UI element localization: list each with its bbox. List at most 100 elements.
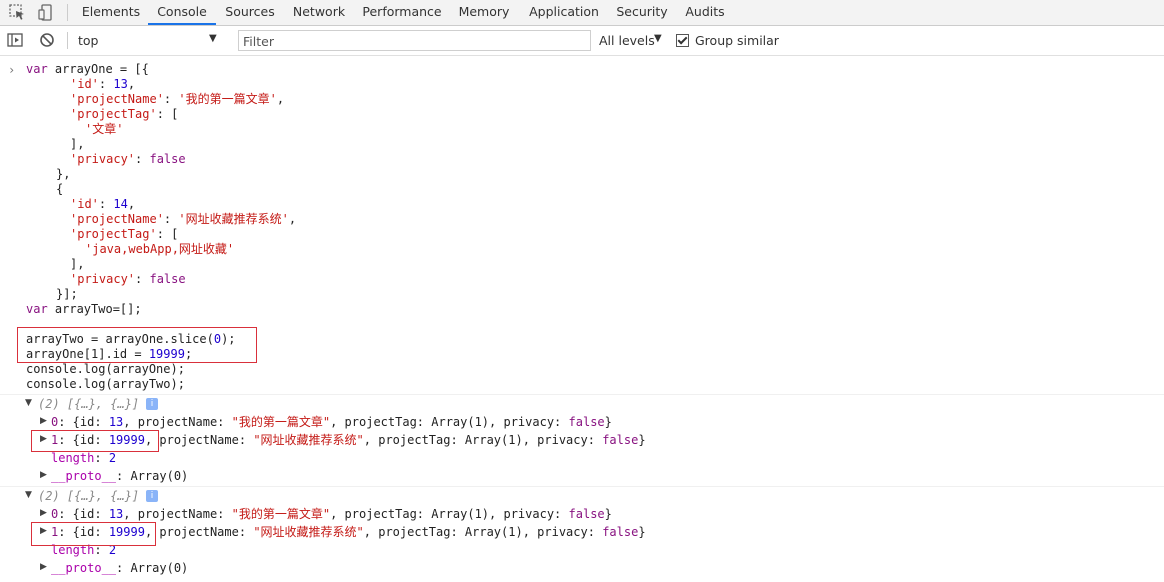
item-privacy: false xyxy=(602,525,639,539)
proto-value: Array(0) xyxy=(130,469,189,483)
collapsed-triangle-icon[interactable]: ▶ xyxy=(40,562,47,572)
tab-security[interactable]: Security xyxy=(612,0,672,25)
filter-input[interactable] xyxy=(239,32,587,51)
code-token: , xyxy=(127,197,136,211)
code-token: ], xyxy=(70,257,85,271)
tab-network[interactable]: Network xyxy=(285,0,353,25)
chevron-down-icon[interactable]: ▼ xyxy=(654,33,662,44)
sidebar-toggle-icon[interactable] xyxy=(7,32,24,49)
divider xyxy=(0,394,1164,395)
code-token: arrayOne = [{ xyxy=(54,62,149,76)
item-name: "网址收藏推荐系统" xyxy=(253,525,364,539)
console-output: › var arrayOne = [{'id': 13,'projectName… xyxy=(0,56,1164,582)
item-text: : {id: xyxy=(58,507,109,521)
code-line: 'id': 14, xyxy=(70,197,135,212)
code-token: 'id' xyxy=(70,77,99,91)
device-toolbar-icon[interactable] xyxy=(38,4,55,21)
inspect-element-icon[interactable] xyxy=(9,4,26,21)
proto-row[interactable]: __proto__: Array(0) xyxy=(51,561,188,576)
code-line: }]; xyxy=(56,287,78,302)
proto-row[interactable]: __proto__: Array(0) xyxy=(51,469,188,484)
code-line: '文章' xyxy=(85,122,123,137)
item-name: "我的第一篇文章" xyxy=(231,507,331,521)
length-row: length: 2 xyxy=(51,451,116,466)
item-text: , projectName: xyxy=(123,507,232,521)
code-line: 'projectName': '网址收藏推荐系统', xyxy=(70,212,296,227)
proto-colon: : xyxy=(116,469,131,483)
item-text: , projectName: xyxy=(123,415,232,429)
code-line: 'projectTag': [ xyxy=(70,227,178,242)
info-icon[interactable]: i xyxy=(146,398,158,410)
code-token: false xyxy=(149,152,186,166)
clear-console-icon[interactable] xyxy=(39,32,56,49)
code-token: console.log(arrayOne); xyxy=(26,362,185,376)
item-rest: , projectTag: Array(1), privacy: xyxy=(330,415,569,429)
tab-console[interactable]: Console xyxy=(148,0,216,25)
divider xyxy=(0,486,1164,487)
code-line: 'id': 13, xyxy=(70,77,135,92)
code-token: }]; xyxy=(56,287,78,301)
toolbar-separator xyxy=(67,4,68,21)
devtools-tabbar: Elements Console Sources Network Perform… xyxy=(0,0,1164,26)
item-text: , projectName: xyxy=(144,525,254,539)
code-token: : xyxy=(163,92,179,106)
code-token: '我的第一篇文章' xyxy=(178,92,277,106)
console-toolbar: top ▼ All levels ▼ Group similar xyxy=(0,26,1164,56)
proto-colon: : xyxy=(116,561,131,575)
code-line: { xyxy=(56,182,63,197)
length-colon: : xyxy=(94,451,109,465)
toolbar-separator xyxy=(67,32,68,49)
length-value: 2 xyxy=(108,451,117,465)
code-line: ], xyxy=(70,137,84,152)
expand-triangle-icon[interactable]: ▼ xyxy=(25,490,32,500)
tab-sources[interactable]: Sources xyxy=(218,0,282,25)
code-token: 'java,webApp,网址收藏' xyxy=(85,242,235,256)
tab-memory[interactable]: Memory xyxy=(452,0,516,25)
tab-elements[interactable]: Elements xyxy=(76,0,146,25)
code-token: , xyxy=(288,212,297,226)
code-token: false xyxy=(149,272,186,286)
expand-triangle-icon[interactable]: ▼ xyxy=(25,398,32,408)
item-privacy: false xyxy=(568,415,605,429)
array-summary[interactable]: (2) [{…}, {…}] xyxy=(38,397,139,412)
array-item-row[interactable]: 0: {id: 13, projectName: "我的第一篇文章", proj… xyxy=(51,415,612,430)
code-token: 'projectTag' xyxy=(70,227,157,241)
collapsed-triangle-icon[interactable]: ▶ xyxy=(40,470,47,480)
code-line: console.log(arrayOne); xyxy=(26,362,185,377)
item-text: } xyxy=(638,525,646,539)
code-line: 'privacy': false xyxy=(70,272,186,287)
highlight-box xyxy=(31,522,156,546)
code-line: }, xyxy=(56,167,70,182)
tab-performance[interactable]: Performance xyxy=(358,0,446,25)
highlight-box xyxy=(17,327,257,363)
code-token: }, xyxy=(56,167,71,181)
filter-box[interactable] xyxy=(238,30,591,51)
log-levels-dropdown[interactable]: All levels xyxy=(599,33,655,48)
item-privacy: false xyxy=(568,507,605,521)
chevron-down-icon[interactable]: ▼ xyxy=(209,33,217,44)
tab-application[interactable]: Application xyxy=(522,0,606,25)
group-similar-checkbox[interactable] xyxy=(676,34,689,47)
code-token: 'privacy' xyxy=(70,272,136,286)
highlight-box xyxy=(31,430,159,452)
code-token: 13 xyxy=(113,77,128,91)
context-selector[interactable]: top xyxy=(78,33,98,48)
array-summary[interactable]: (2) [{…}, {…}] xyxy=(38,489,139,504)
code-token: console.log(arrayTwo); xyxy=(26,377,185,391)
collapsed-triangle-icon[interactable]: ▶ xyxy=(40,508,47,518)
tab-audits[interactable]: Audits xyxy=(680,0,730,25)
proto-value: Array(0) xyxy=(130,561,189,575)
info-icon[interactable]: i xyxy=(146,490,158,502)
code-token: ], xyxy=(70,137,85,151)
item-privacy: false xyxy=(602,433,639,447)
code-token: , xyxy=(127,77,136,91)
code-token: var xyxy=(26,62,55,76)
array-item-row[interactable]: 0: {id: 13, projectName: "我的第一篇文章", proj… xyxy=(51,507,612,522)
item-text: , projectName: xyxy=(144,433,254,447)
code-token: 'privacy' xyxy=(70,152,136,166)
code-line: ], xyxy=(70,257,84,272)
code-token: : xyxy=(135,272,150,286)
code-token: : xyxy=(163,212,179,226)
collapsed-triangle-icon[interactable]: ▶ xyxy=(40,416,47,426)
group-similar-label: Group similar xyxy=(695,33,779,48)
